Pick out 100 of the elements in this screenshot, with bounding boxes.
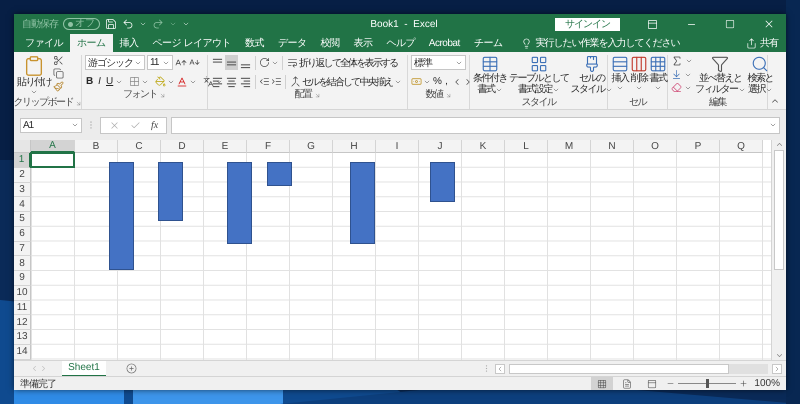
scroll-right-icon[interactable] [773, 364, 781, 372]
row-header[interactable]: 14 [14, 344, 31, 360]
column-header[interactable]: J [419, 140, 462, 153]
column-header[interactable]: I [376, 140, 419, 153]
caret-icon[interactable] [30, 88, 38, 96]
caret-icon[interactable] [769, 121, 777, 129]
row-header[interactable]: 12 [14, 315, 31, 330]
column-header[interactable]: H [333, 140, 376, 153]
underline-button[interactable]: U [105, 74, 114, 89]
row-header[interactable]: 9 [14, 271, 31, 286]
sort-filter-button[interactable]: 並べ替えと フィルター [695, 55, 746, 95]
merge-center-button[interactable]: セルを結合して中央揃え [289, 74, 394, 89]
add-sheet-icon[interactable] [126, 363, 137, 374]
dialog-launcher-icon[interactable] [159, 92, 166, 98]
scroll-up-icon[interactable] [774, 140, 784, 149]
column-header[interactable]: F [247, 140, 290, 153]
caret-icon[interactable] [71, 121, 79, 129]
indent-increase-icon[interactable] [271, 76, 282, 87]
caret-icon[interactable] [635, 84, 643, 92]
phonetic-icon[interactable] [203, 76, 214, 87]
name-box[interactable]: A1 [20, 118, 82, 132]
style-button[interactable]: テーブルとして 書式設定 [509, 55, 568, 95]
ribbon-tab[interactable]: ページ レイアウト [146, 34, 238, 52]
row-header[interactable]: 2 [14, 168, 31, 182]
dialog-launcher-icon[interactable] [74, 100, 82, 106]
sign-in-button[interactable]: サインイン [555, 18, 620, 30]
fill-color-icon[interactable] [155, 76, 166, 87]
selected-cell[interactable] [30, 152, 75, 168]
wrap-text-button[interactable]: 折り返して全体を表示する [286, 55, 398, 70]
row-header[interactable]: 8 [14, 256, 31, 271]
vertical-scrollbar[interactable] [771, 140, 786, 360]
tell-me-search[interactable]: 実行したい作業を入力してください [519, 34, 682, 52]
grow-font-icon[interactable] [175, 56, 187, 68]
scroll-left-icon[interactable] [496, 364, 504, 372]
ribbon-tab[interactable]: Acrobat [422, 34, 467, 52]
dialog-launcher-icon[interactable] [314, 92, 320, 98]
ribbon-tab[interactable]: ホーム [70, 34, 112, 52]
fill-down-icon[interactable] [671, 69, 682, 80]
column-header[interactable]: C [118, 140, 161, 153]
column-header[interactable]: M [548, 140, 591, 153]
cell-button[interactable]: 削除 [630, 55, 648, 92]
caret-icon[interactable] [654, 84, 662, 92]
caret-icon[interactable] [139, 20, 147, 28]
font-name-field[interactable]: 游ゴシック [85, 55, 145, 70]
italic-button[interactable]: I [95, 74, 104, 89]
column-header[interactable]: G [290, 140, 333, 153]
ribbon-tab[interactable]: 数式 [238, 34, 271, 52]
row-header[interactable]: 11 [14, 300, 31, 316]
cut-icon[interactable] [53, 55, 64, 66]
ribbon-tab[interactable]: データ [270, 34, 314, 52]
ribbon-tab[interactable]: ファイル [18, 34, 70, 52]
ribbon-tab[interactable]: 表示 [346, 34, 380, 52]
column-header[interactable]: O [634, 140, 677, 153]
column-header[interactable]: Q [720, 140, 763, 153]
column-header[interactable]: P [677, 140, 720, 153]
row-header[interactable]: 3 [14, 182, 31, 198]
font-color-icon[interactable] [176, 76, 188, 88]
view-button[interactable] [591, 377, 614, 390]
column-header[interactable]: L [505, 140, 548, 153]
row-header[interactable]: 1 [14, 153, 31, 168]
style-button[interactable]: 条件付き 書式 [473, 55, 507, 95]
eraser-icon[interactable] [671, 82, 682, 93]
dialog-launcher-icon[interactable] [444, 92, 452, 98]
column-header[interactable]: E [204, 140, 247, 153]
percent-button[interactable]: % [432, 74, 441, 89]
scroll-down-icon[interactable] [774, 351, 784, 360]
find-select-button[interactable]: 検索と 選択 [748, 55, 773, 95]
paste-button[interactable]: 貼り付け [17, 55, 51, 96]
sheet-tab[interactable]: Sheet1 [62, 360, 106, 376]
zoom-in-icon[interactable] [739, 379, 748, 388]
cell-button[interactable]: 挿入 [611, 55, 629, 92]
number-format-field[interactable]: 標準 [411, 55, 466, 70]
style-button[interactable]: セルの スタイル [570, 55, 612, 95]
row-header[interactable]: 5 [14, 212, 31, 227]
sum-icon[interactable] [671, 55, 683, 67]
undo-icon[interactable] [122, 18, 134, 30]
row-header[interactable]: 13 [14, 330, 31, 345]
formula-input[interactable] [171, 116, 780, 134]
font-size-field[interactable]: 11 [147, 55, 173, 70]
column-header[interactable]: D [161, 140, 204, 153]
save-icon[interactable] [105, 18, 117, 30]
ribbon-tab[interactable]: チーム [466, 34, 510, 52]
ribbon-tab[interactable]: 校閲 [313, 34, 346, 52]
rotate-icon[interactable] [259, 57, 270, 68]
bold-button[interactable]: B [85, 74, 94, 89]
comma-button[interactable]: , [442, 74, 451, 89]
row-header[interactable]: 7 [14, 242, 31, 256]
column-header[interactable]: A [31, 140, 75, 153]
row-header[interactable]: 6 [14, 226, 31, 242]
ribbon-tab[interactable]: ヘルプ [379, 34, 422, 52]
row-header[interactable]: 10 [14, 286, 31, 300]
indent-decrease-icon[interactable] [259, 76, 270, 87]
column-header[interactable]: B [75, 140, 118, 153]
row-header[interactable]: 4 [14, 197, 31, 212]
insert-function-button[interactable]: fx [151, 120, 158, 130]
cell-button[interactable]: 書式 [649, 55, 667, 92]
slider-thumb[interactable] [706, 379, 710, 388]
column-header[interactable]: K [462, 140, 505, 153]
share-button[interactable]: 共有 [744, 34, 780, 52]
ribbon-tab[interactable]: 挿入 [112, 34, 146, 52]
